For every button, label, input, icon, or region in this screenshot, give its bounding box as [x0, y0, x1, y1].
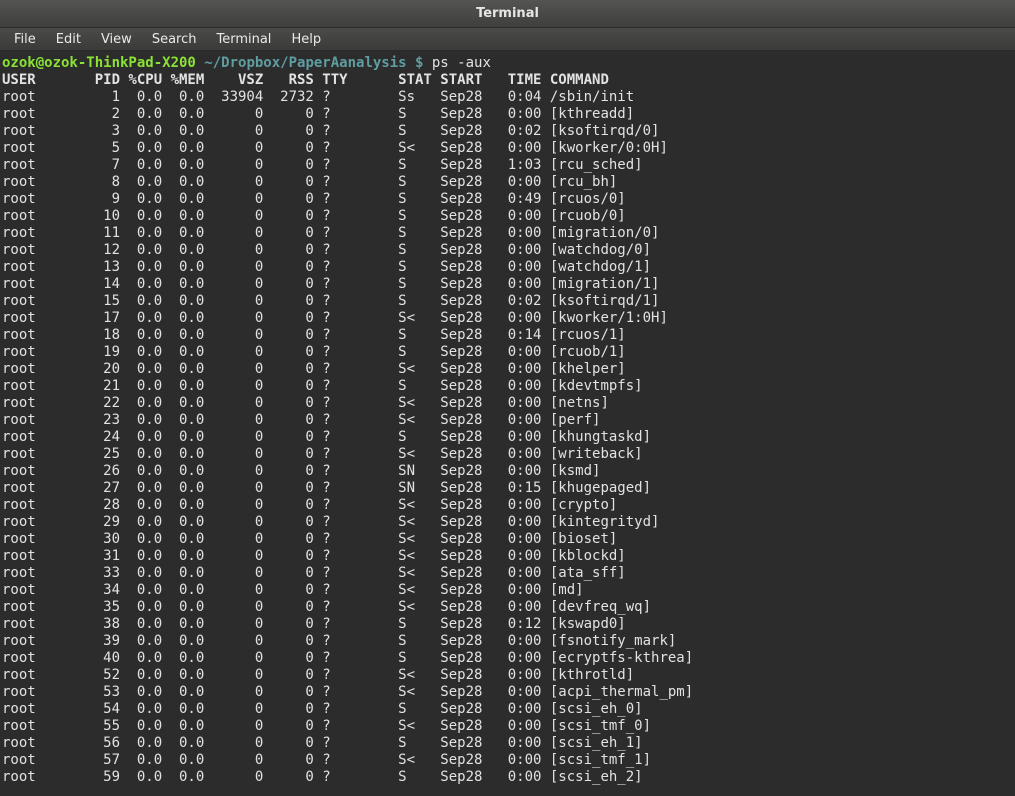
process-row: root 53 0.0 0.0 0 0 ? S< Sep28 0:00 [acp… [2, 684, 1013, 701]
menu-search[interactable]: Search [142, 30, 207, 49]
process-row: root 1 0.0 0.0 33904 2732 ? Ss Sep28 0:0… [2, 89, 1013, 106]
process-row: root 12 0.0 0.0 0 0 ? S Sep28 0:00 [watc… [2, 242, 1013, 259]
process-row: root 59 0.0 0.0 0 0 ? S Sep28 0:00 [scsi… [2, 769, 1013, 786]
process-row: root 8 0.0 0.0 0 0 ? S Sep28 0:00 [rcu_b… [2, 174, 1013, 191]
process-row: root 29 0.0 0.0 0 0 ? S< Sep28 0:00 [kin… [2, 514, 1013, 531]
menu-help[interactable]: Help [281, 30, 331, 49]
process-row: root 22 0.0 0.0 0 0 ? S< Sep28 0:00 [net… [2, 395, 1013, 412]
process-row: root 54 0.0 0.0 0 0 ? S Sep28 0:00 [scsi… [2, 701, 1013, 718]
process-row: root 26 0.0 0.0 0 0 ? SN Sep28 0:00 [ksm… [2, 463, 1013, 480]
process-row: root 56 0.0 0.0 0 0 ? S Sep28 0:00 [scsi… [2, 735, 1013, 752]
process-row: root 38 0.0 0.0 0 0 ? S Sep28 0:12 [kswa… [2, 616, 1013, 633]
process-row: root 5 0.0 0.0 0 0 ? S< Sep28 0:00 [kwor… [2, 140, 1013, 157]
prompt-line: ozok@ozok-ThinkPad-X200 ~/Dropbox/PaperA… [2, 55, 1013, 72]
process-row: root 31 0.0 0.0 0 0 ? S< Sep28 0:00 [kbl… [2, 548, 1013, 565]
process-row: root 17 0.0 0.0 0 0 ? S< Sep28 0:00 [kwo… [2, 310, 1013, 327]
process-row: root 2 0.0 0.0 0 0 ? S Sep28 0:00 [kthre… [2, 106, 1013, 123]
process-row: root 11 0.0 0.0 0 0 ? S Sep28 0:00 [migr… [2, 225, 1013, 242]
process-row: root 25 0.0 0.0 0 0 ? S< Sep28 0:00 [wri… [2, 446, 1013, 463]
process-row: root 7 0.0 0.0 0 0 ? S Sep28 1:03 [rcu_s… [2, 157, 1013, 174]
menu-edit[interactable]: Edit [46, 30, 91, 49]
process-row: root 35 0.0 0.0 0 0 ? S< Sep28 0:00 [dev… [2, 599, 1013, 616]
process-row: root 34 0.0 0.0 0 0 ? S< Sep28 0:00 [md] [2, 582, 1013, 599]
process-row: root 27 0.0 0.0 0 0 ? SN Sep28 0:15 [khu… [2, 480, 1013, 497]
process-row: root 15 0.0 0.0 0 0 ? S Sep28 0:02 [ksof… [2, 293, 1013, 310]
process-row: root 18 0.0 0.0 0 0 ? S Sep28 0:14 [rcuo… [2, 327, 1013, 344]
process-row: root 10 0.0 0.0 0 0 ? S Sep28 0:00 [rcuo… [2, 208, 1013, 225]
process-row: root 33 0.0 0.0 0 0 ? S< Sep28 0:00 [ata… [2, 565, 1013, 582]
process-row: root 52 0.0 0.0 0 0 ? S< Sep28 0:00 [kth… [2, 667, 1013, 684]
process-row: root 9 0.0 0.0 0 0 ? S Sep28 0:49 [rcuos… [2, 191, 1013, 208]
process-row: root 23 0.0 0.0 0 0 ? S< Sep28 0:00 [per… [2, 412, 1013, 429]
menu-file[interactable]: File [4, 30, 46, 49]
ps-header: USER PID %CPU %MEM VSZ RSS TTY STAT STAR… [2, 72, 1013, 89]
process-row: root 13 0.0 0.0 0 0 ? S Sep28 0:00 [watc… [2, 259, 1013, 276]
process-row: root 39 0.0 0.0 0 0 ? S Sep28 0:00 [fsno… [2, 633, 1013, 650]
process-row: root 55 0.0 0.0 0 0 ? S< Sep28 0:00 [scs… [2, 718, 1013, 735]
process-row: root 14 0.0 0.0 0 0 ? S Sep28 0:00 [migr… [2, 276, 1013, 293]
process-row: root 28 0.0 0.0 0 0 ? S< Sep28 0:00 [cry… [2, 497, 1013, 514]
menu-view[interactable]: View [91, 30, 142, 49]
process-row: root 30 0.0 0.0 0 0 ? S< Sep28 0:00 [bio… [2, 531, 1013, 548]
process-row: root 57 0.0 0.0 0 0 ? S< Sep28 0:00 [scs… [2, 752, 1013, 769]
window-title: Terminal [476, 6, 539, 21]
process-row: root 40 0.0 0.0 0 0 ? S Sep28 0:00 [ecry… [2, 650, 1013, 667]
window-titlebar[interactable]: Terminal [0, 0, 1015, 28]
process-row: root 24 0.0 0.0 0 0 ? S Sep28 0:00 [khun… [2, 429, 1013, 446]
menu-terminal[interactable]: Terminal [206, 30, 281, 49]
process-row: root 21 0.0 0.0 0 0 ? S Sep28 0:00 [kdev… [2, 378, 1013, 395]
terminal-output[interactable]: ozok@ozok-ThinkPad-X200 ~/Dropbox/PaperA… [0, 51, 1015, 796]
menubar: FileEditViewSearchTerminalHelp [0, 28, 1015, 51]
process-row: root 3 0.0 0.0 0 0 ? S Sep28 0:02 [ksoft… [2, 123, 1013, 140]
process-row: root 20 0.0 0.0 0 0 ? S< Sep28 0:00 [khe… [2, 361, 1013, 378]
process-row: root 19 0.0 0.0 0 0 ? S Sep28 0:00 [rcuo… [2, 344, 1013, 361]
